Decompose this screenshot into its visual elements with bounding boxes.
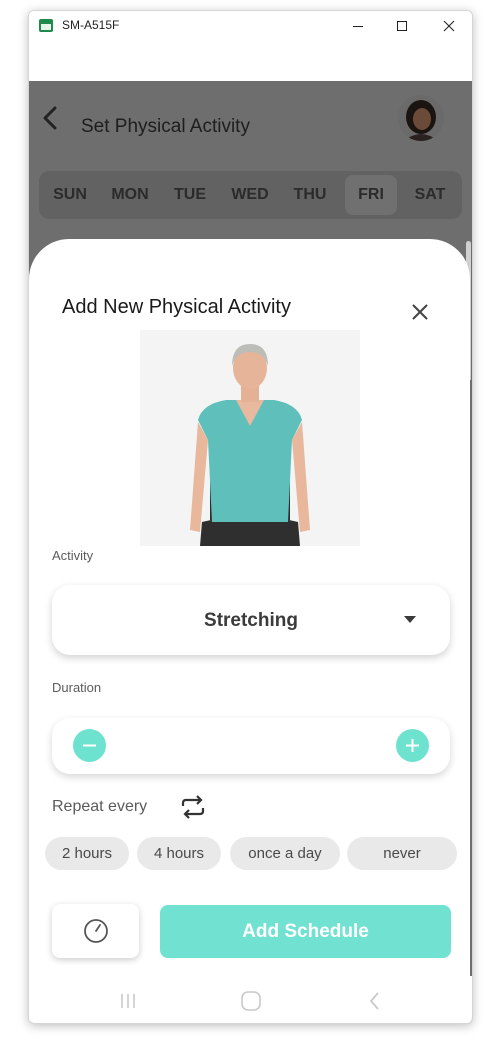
increment-button[interactable]	[396, 729, 429, 762]
day-tue[interactable]: TUE	[161, 171, 219, 219]
activity-value: Stretching	[204, 610, 298, 631]
emulator-window: SM-A515F Set Physical Activity SUN MON T…	[28, 10, 473, 1024]
repeat-option-never[interactable]: never	[347, 837, 457, 870]
home-icon[interactable]	[240, 990, 262, 1012]
status-bar	[29, 41, 472, 81]
activity-illustration	[140, 330, 360, 546]
avatar[interactable]	[398, 95, 444, 141]
device-app-icon	[39, 19, 53, 32]
minus-circle-icon	[83, 744, 96, 747]
repeat-option-once-a-day[interactable]: once a day	[230, 837, 340, 870]
maximize-button[interactable]	[387, 15, 417, 37]
plus-circle-icon	[406, 739, 419, 752]
duration-label: Duration	[52, 680, 102, 695]
window-close-button[interactable]	[434, 15, 464, 37]
system-navigation-bar	[29, 976, 472, 1023]
day-sun[interactable]: SUN	[41, 171, 99, 219]
window-title: SM-A515F	[62, 18, 120, 32]
page-title: Set Physical Activity	[81, 116, 250, 137]
add-schedule-button[interactable]: Add Schedule	[160, 905, 451, 958]
close-icon	[443, 20, 455, 32]
repeat-label: Repeat every	[52, 798, 148, 815]
repeat-options: 2 hours 4 hours once a day never	[29, 837, 470, 871]
week-day-selector: SUN MON TUE WED THU FRI SAT	[39, 171, 462, 219]
phone-screen: Set Physical Activity SUN MON TUE WED TH…	[29, 41, 472, 1023]
back-icon[interactable]	[364, 990, 386, 1012]
repeat-icon	[181, 795, 205, 819]
recents-icon[interactable]	[117, 990, 139, 1012]
day-wed[interactable]: WED	[221, 171, 279, 219]
clock-icon	[83, 919, 108, 943]
window-titlebar[interactable]: SM-A515F	[29, 11, 472, 41]
repeat-option-2-hours[interactable]: 2 hours	[45, 837, 129, 870]
day-thu[interactable]: THU	[281, 171, 339, 219]
minimize-button[interactable]	[343, 15, 373, 37]
day-fri[interactable]: FRI	[345, 175, 397, 215]
day-mon[interactable]: MON	[101, 171, 159, 219]
activity-label: Activity	[52, 548, 94, 563]
duration-stepper	[52, 718, 450, 774]
caret-down-icon	[404, 616, 416, 623]
activity-dropdown[interactable]: Stretching	[52, 585, 450, 655]
close-icon[interactable]	[409, 301, 431, 323]
day-sat[interactable]: SAT	[401, 171, 459, 219]
decrement-button[interactable]	[73, 729, 106, 762]
sheet-title: Add New Physical Activity	[62, 296, 291, 318]
minimize-icon	[353, 26, 363, 27]
chevron-left-icon[interactable]	[37, 103, 63, 133]
app-bar: Set Physical Activity	[29, 81, 472, 161]
repeat-option-4-hours[interactable]: 4 hours	[137, 837, 221, 870]
maximize-icon	[397, 21, 407, 31]
time-picker-button[interactable]	[52, 904, 139, 958]
add-activity-sheet: Add New Physical Activity Activity Stret…	[29, 239, 470, 1023]
